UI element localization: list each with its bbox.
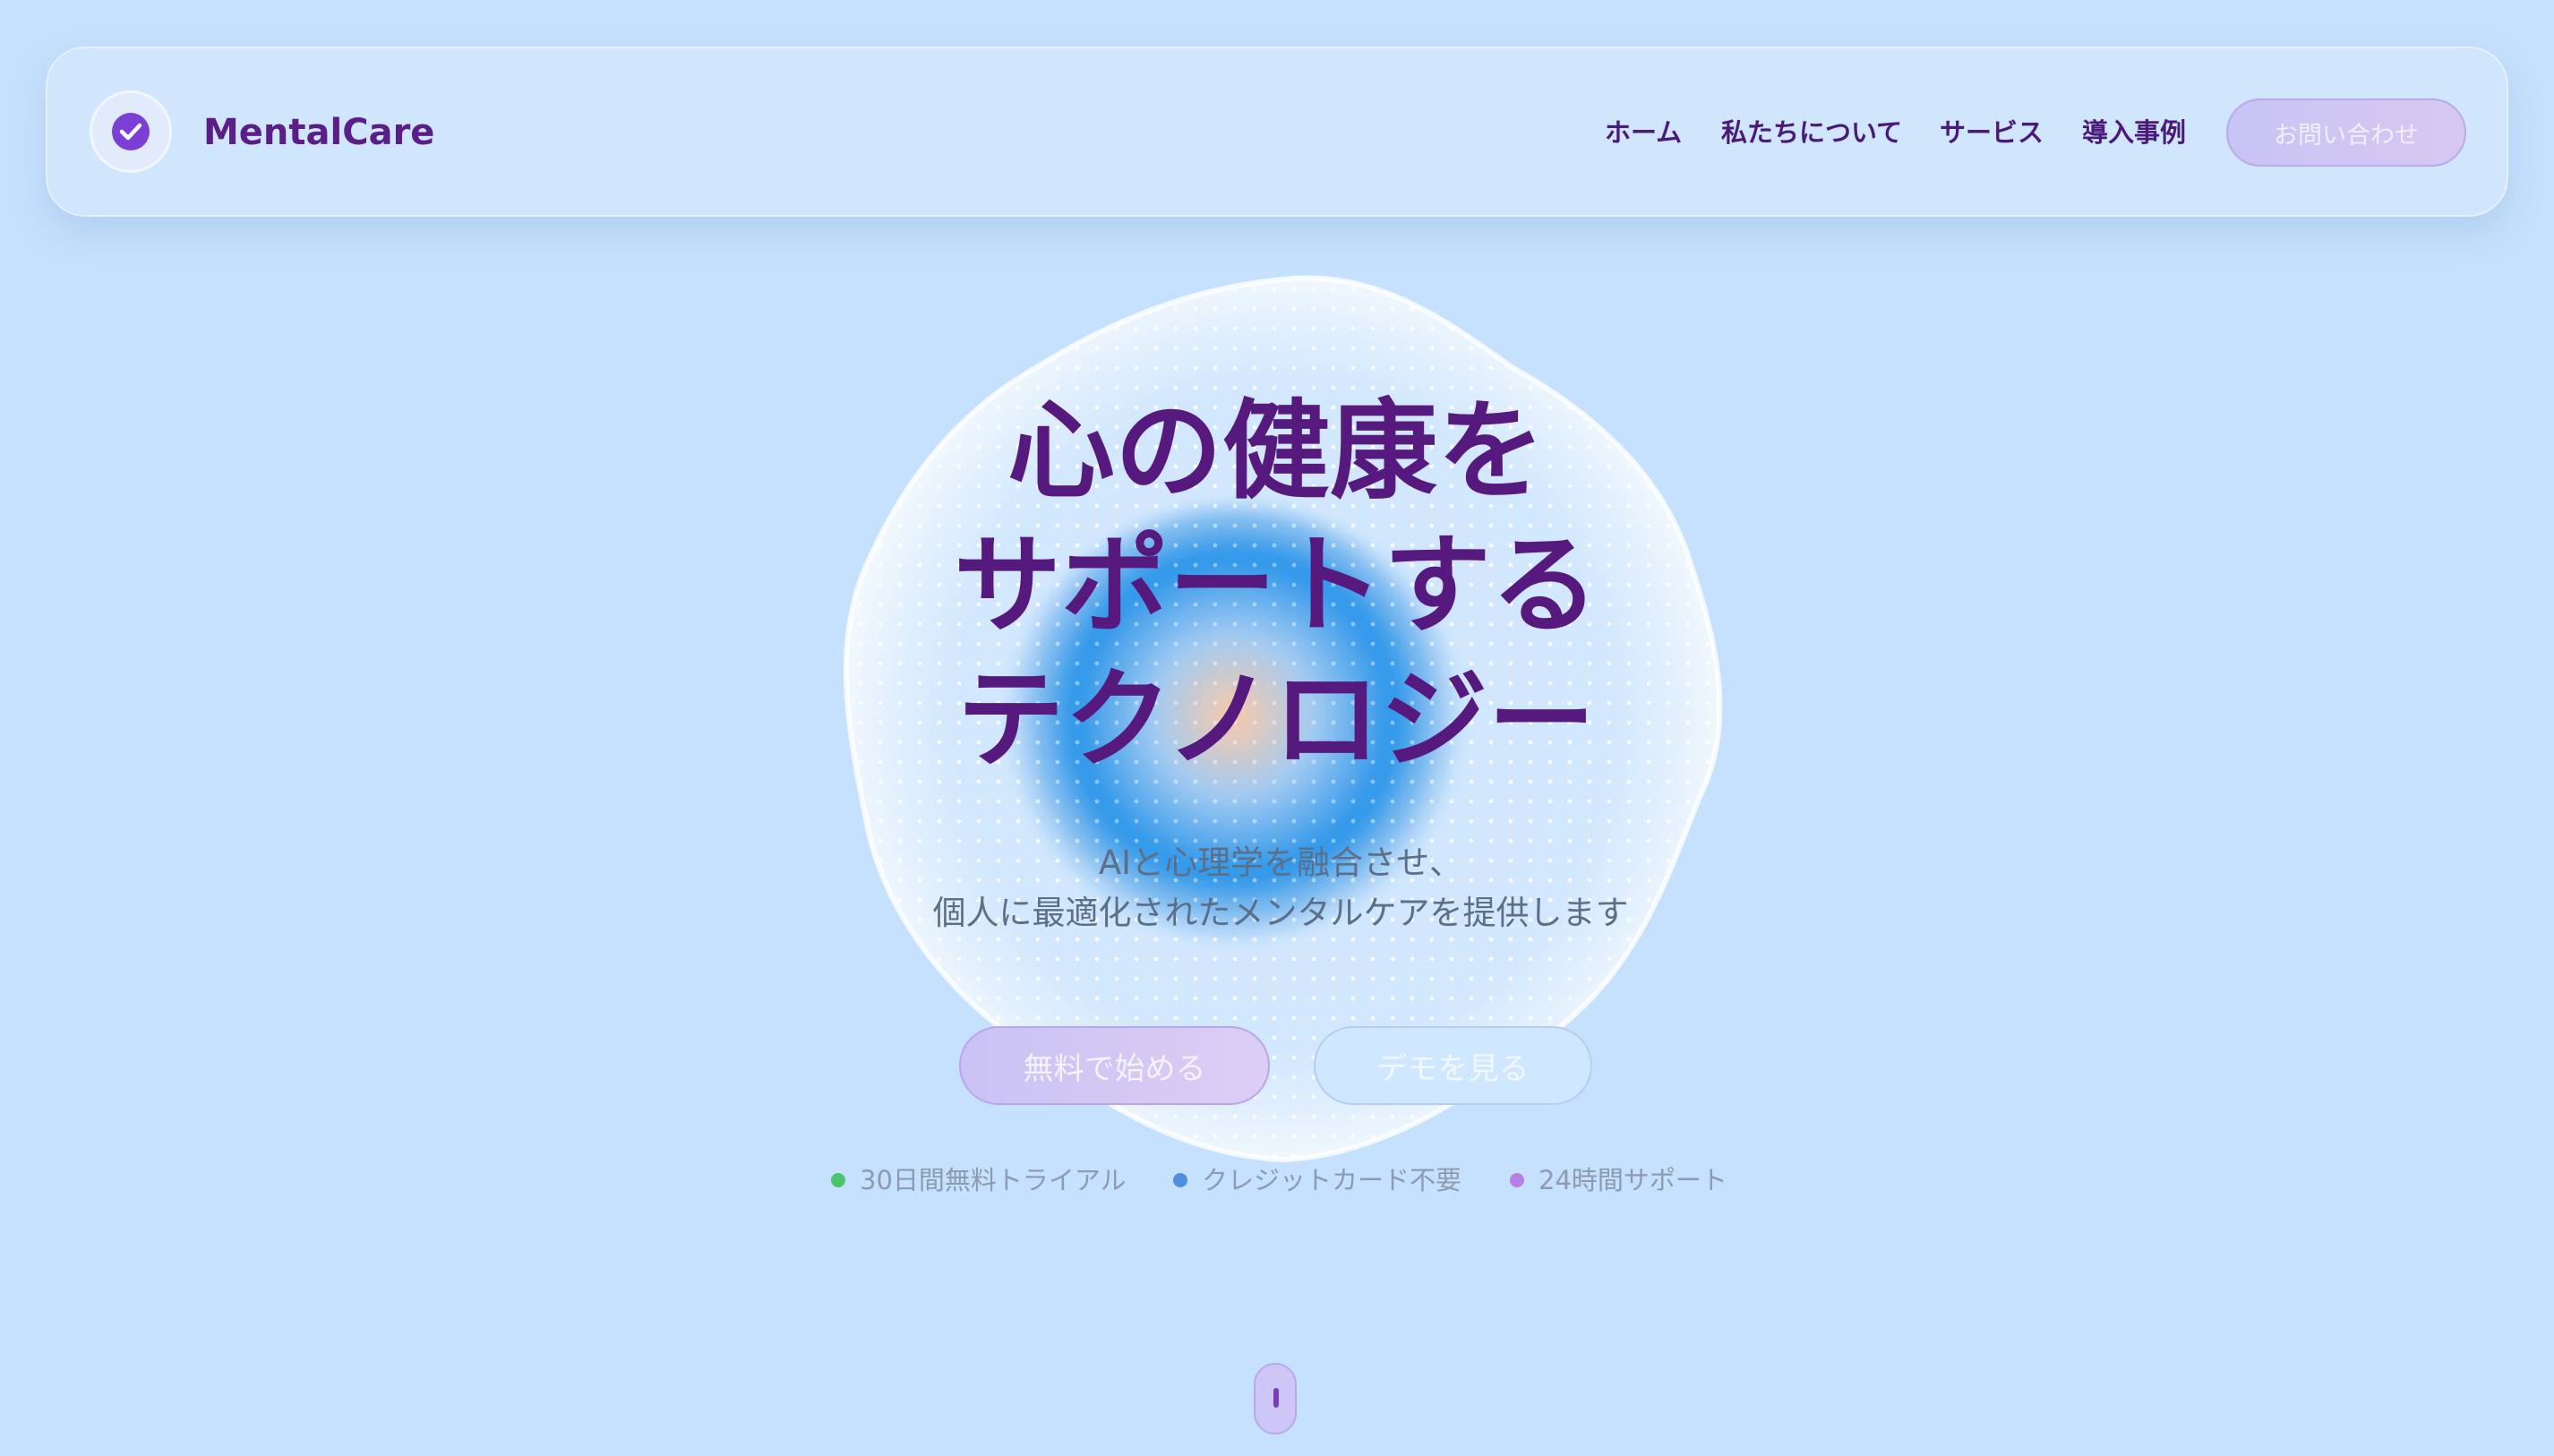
- feature-item-no-card: クレジットカード不要: [1173, 1162, 1461, 1198]
- feature-item-trial: 30日間無料トライアル: [831, 1162, 1127, 1198]
- purple-dot-icon: [1510, 1173, 1524, 1187]
- mouse-scroll-icon[interactable]: [1254, 1363, 1297, 1435]
- contact-button[interactable]: お問い合わせ: [2226, 98, 2466, 167]
- check-circle-icon: [112, 113, 150, 150]
- blue-dot-icon: [1173, 1173, 1187, 1187]
- hero-subtitle-line-1: AIと心理学を融合させ、: [1098, 844, 1463, 882]
- logo[interactable]: [90, 90, 172, 173]
- nav-link-home[interactable]: ホーム: [1605, 113, 1682, 152]
- view-demo-button[interactable]: デモを見る: [1314, 1026, 1592, 1105]
- brand-name[interactable]: MentalCare: [203, 107, 434, 158]
- navbar: MentalCare ホーム 私たちについて サービス 導入事例 お問い合わせ: [46, 47, 2508, 217]
- nav-link-services[interactable]: サービス: [1940, 113, 2044, 152]
- feature-label: 30日間無料トライアル: [860, 1165, 1127, 1195]
- hero-subtitle: AIと心理学を融合させ、 個人に最適化されたメンタルケアを提供します: [833, 838, 1728, 938]
- hero-subtitle-line-2: 個人に最適化されたメンタルケアを提供します: [932, 894, 1629, 932]
- nav-link-about[interactable]: 私たちについて: [1721, 113, 1902, 152]
- nav-link-case-studies[interactable]: 導入事例: [2082, 113, 2186, 152]
- feature-label: クレジットカード不要: [1202, 1165, 1462, 1195]
- hero-title-line-3: テクノロジー: [956, 658, 1596, 783]
- start-free-button[interactable]: 無料で始める: [959, 1026, 1270, 1105]
- feature-label: 24時間サポート: [1538, 1165, 1727, 1195]
- feature-item-support: 24時間サポート: [1510, 1162, 1727, 1198]
- hero-title-line-2: サポートする: [954, 524, 1598, 648]
- green-dot-icon: [831, 1173, 845, 1187]
- hero-title: 心の健康を サポートする テクノロジー: [878, 385, 1675, 788]
- scroll-wheel: [1273, 1388, 1279, 1408]
- hero-title-line-1: 心の健康を: [1007, 390, 1545, 514]
